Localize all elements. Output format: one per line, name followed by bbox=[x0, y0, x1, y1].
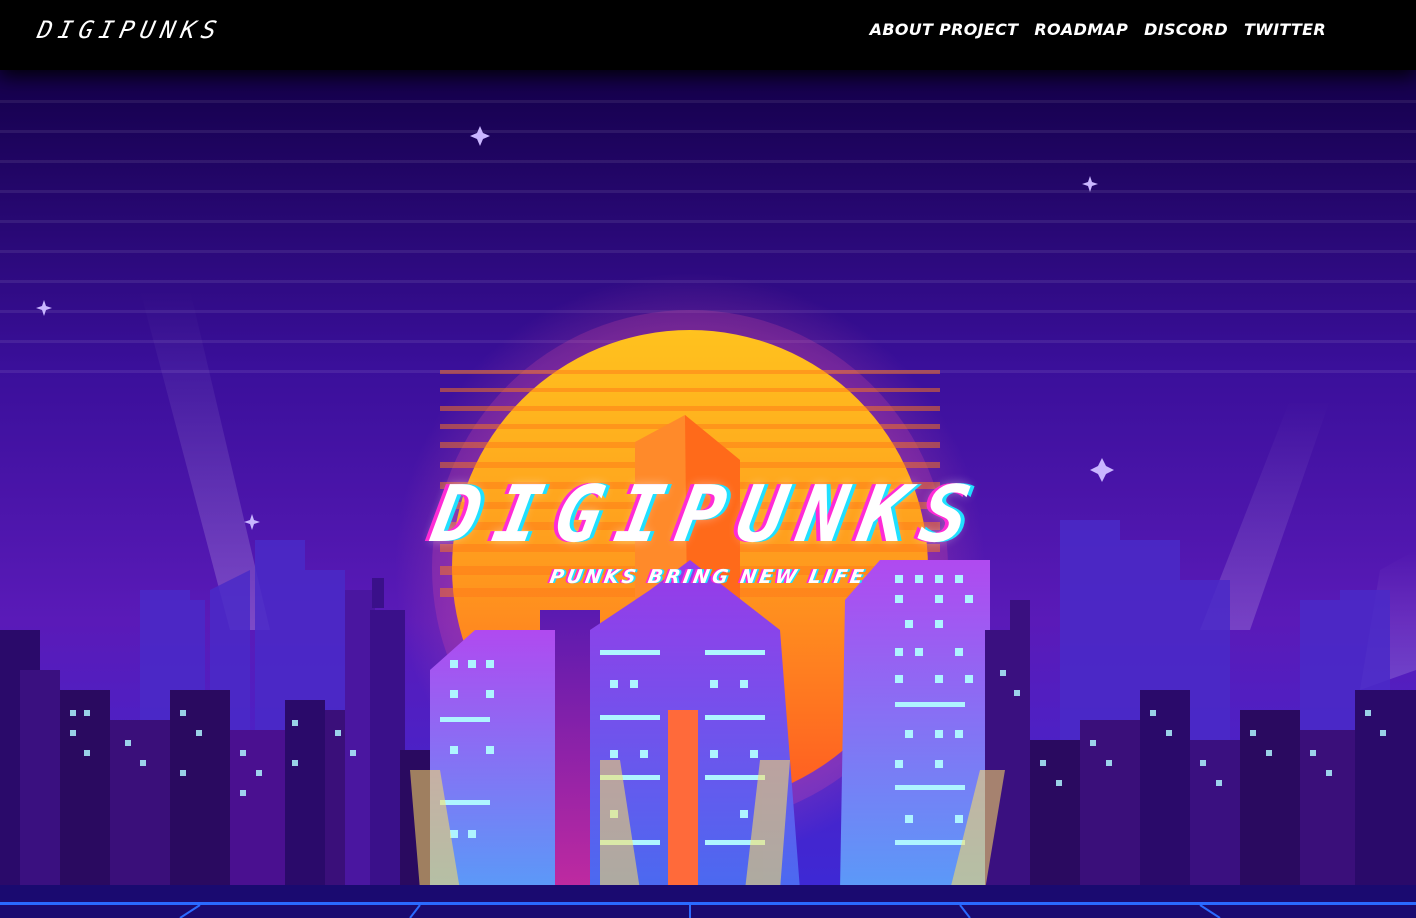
ground bbox=[0, 885, 1416, 918]
main-nav: ABOUT PROJECT ROADMAP DISCORD TWITTER bbox=[870, 20, 1326, 39]
hero-title: DIGIPUNKS bbox=[425, 470, 991, 560]
nav-twitter[interactable]: TWITTER bbox=[1244, 20, 1326, 39]
nav-discord[interactable]: DISCORD bbox=[1144, 20, 1228, 39]
hero-tagline: PUNKS BRING NEW LIFE bbox=[547, 566, 869, 588]
nav-about-project[interactable]: ABOUT PROJECT bbox=[870, 20, 1019, 39]
nav-roadmap[interactable]: ROADMAP bbox=[1034, 20, 1128, 39]
top-navbar: DIGIPUNKS ABOUT PROJECT ROADMAP DISCORD … bbox=[0, 0, 1416, 70]
site-logo[interactable]: DIGIPUNKS bbox=[35, 16, 225, 44]
